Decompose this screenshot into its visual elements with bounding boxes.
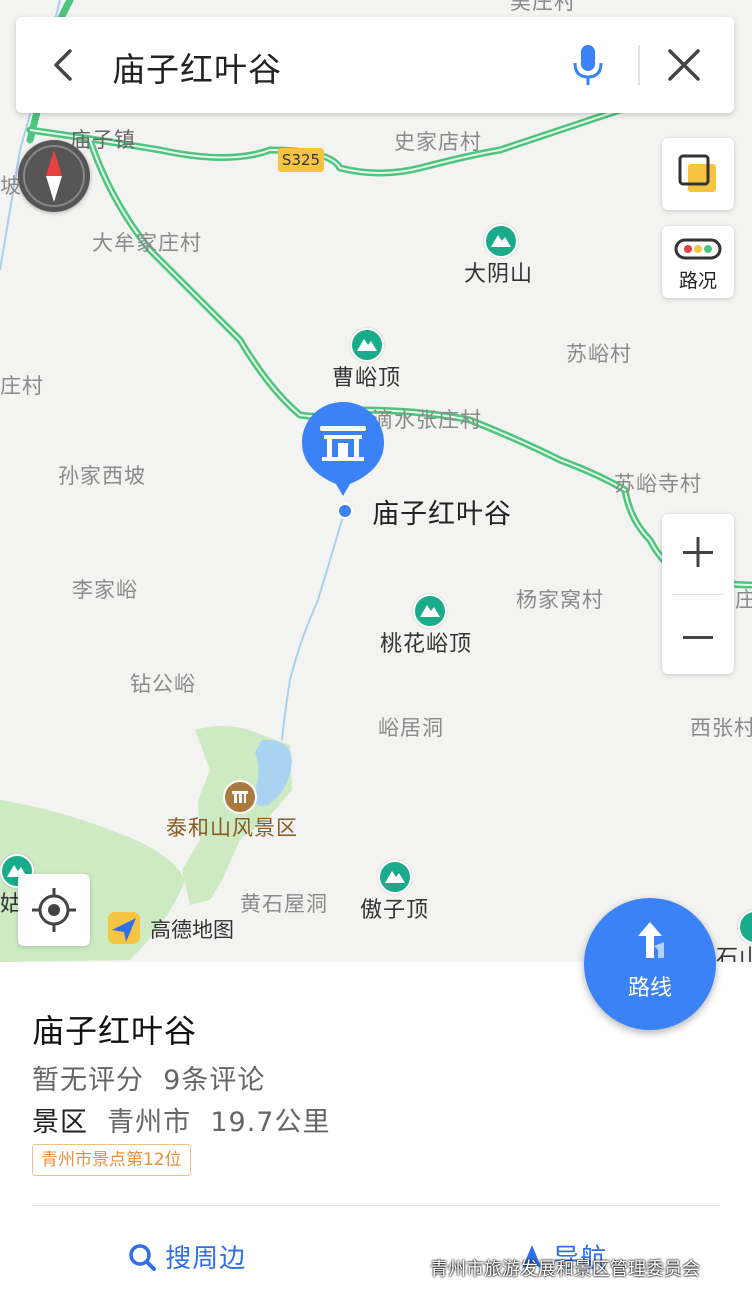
search-icon: [129, 1244, 156, 1271]
crosshair-icon: [32, 888, 76, 932]
map-label: 孙家西坡: [58, 464, 146, 488]
microphone-icon[interactable]: [568, 43, 608, 87]
layers-icon: [678, 154, 716, 192]
search-nearby-label: 搜周边: [165, 1244, 247, 1274]
rank-badge[interactable]: 青州市景点第12位: [32, 1144, 191, 1176]
zoom-control: [662, 514, 734, 674]
poi-meta-row: 景区 青州市 19.7公里: [32, 1100, 330, 1139]
close-icon[interactable]: [664, 45, 704, 85]
search-query[interactable]: 庙子红叶谷: [112, 43, 282, 91]
map-label[interactable]: 泰和山风景区: [166, 812, 298, 842]
map-label: 吴庄村: [510, 0, 576, 14]
mountain-icon: [413, 594, 447, 628]
pin-label: 庙子红叶谷: [372, 499, 512, 530]
scenic-area-icon: [223, 780, 257, 814]
map-label: 史家店村: [394, 130, 482, 154]
map-label: 苏峪村: [566, 342, 632, 366]
map-label: 杨家窝村: [516, 588, 604, 612]
route-label: 路线: [627, 976, 672, 1001]
minus-icon: [683, 636, 713, 639]
map-label: 峪居洞: [378, 716, 444, 740]
map-label: 钻公峪: [130, 672, 196, 696]
map-label[interactable]: 大阴山: [464, 256, 533, 288]
map-label: 黄石屋洞: [240, 892, 328, 916]
map-label: 滴水张庄村: [372, 408, 482, 432]
map-label[interactable]: 曹峪顶: [332, 360, 401, 392]
map-label: 大牟家庄村: [92, 231, 202, 255]
search-nearby-button[interactable]: 搜周边: [128, 1238, 246, 1275]
location-dot: [337, 503, 353, 519]
map-label: 石山: [716, 946, 752, 962]
poi-reviews[interactable]: 9条评论: [163, 1065, 265, 1096]
mountain-icon: [378, 860, 412, 894]
map-label: 苏峪寺村: [614, 472, 702, 496]
poi-category: 景区: [32, 1107, 88, 1138]
route-arrow-icon: [638, 922, 664, 958]
poi-rating: 暂无评分: [32, 1065, 144, 1096]
poi-rating-row: 暂无评分 9条评论: [32, 1058, 265, 1097]
my-location-button[interactable]: [18, 874, 90, 946]
road-badge: S325: [278, 148, 324, 172]
poi-distance: 19.7公里: [210, 1107, 331, 1138]
divider: [32, 1205, 720, 1206]
map-label: 庄: [735, 588, 752, 612]
map-label: 西张村: [690, 716, 752, 740]
poi-name: 庙子红叶谷: [32, 1012, 198, 1050]
traffic-button[interactable]: 路况: [662, 226, 734, 298]
layers-button[interactable]: [662, 138, 734, 210]
mountain-icon: [484, 224, 518, 258]
plus-icon: [683, 537, 713, 567]
amap-logo: 高德地图: [104, 908, 234, 948]
compass-icon[interactable]: [18, 140, 90, 212]
amap-logo-icon: [108, 912, 140, 944]
traffic-light-icon: [674, 238, 722, 260]
zoom-in-button[interactable]: [662, 514, 734, 592]
map-label: 李家峪: [72, 578, 138, 602]
mountain-icon: [350, 328, 384, 362]
route-button[interactable]: 路线: [584, 898, 716, 1030]
selected-poi-pin[interactable]: [300, 400, 386, 496]
traffic-label: 路况: [678, 270, 717, 292]
logo-text: 高德地图: [150, 918, 234, 942]
divider: [638, 45, 640, 85]
map-label[interactable]: 傲子顶: [360, 892, 429, 924]
back-arrow-icon[interactable]: [42, 43, 86, 87]
poi-city: 青州市: [107, 1107, 192, 1138]
map-view[interactable]: 吴庄村 庙子镇 S325 史家店村 坡 大牟家庄村 大阴山 庄村 曹峪顶 苏峪村…: [0, 0, 752, 962]
search-bar: 庙子红叶谷: [16, 17, 734, 113]
river: [281, 509, 346, 741]
map-label[interactable]: 桃花峪顶: [380, 626, 472, 658]
divider: [672, 594, 724, 595]
watermark: 青州市旅游发展和景区管理委员会: [430, 1259, 700, 1280]
map-label: 庄村: [0, 374, 44, 398]
zoom-out-button[interactable]: [662, 596, 734, 674]
